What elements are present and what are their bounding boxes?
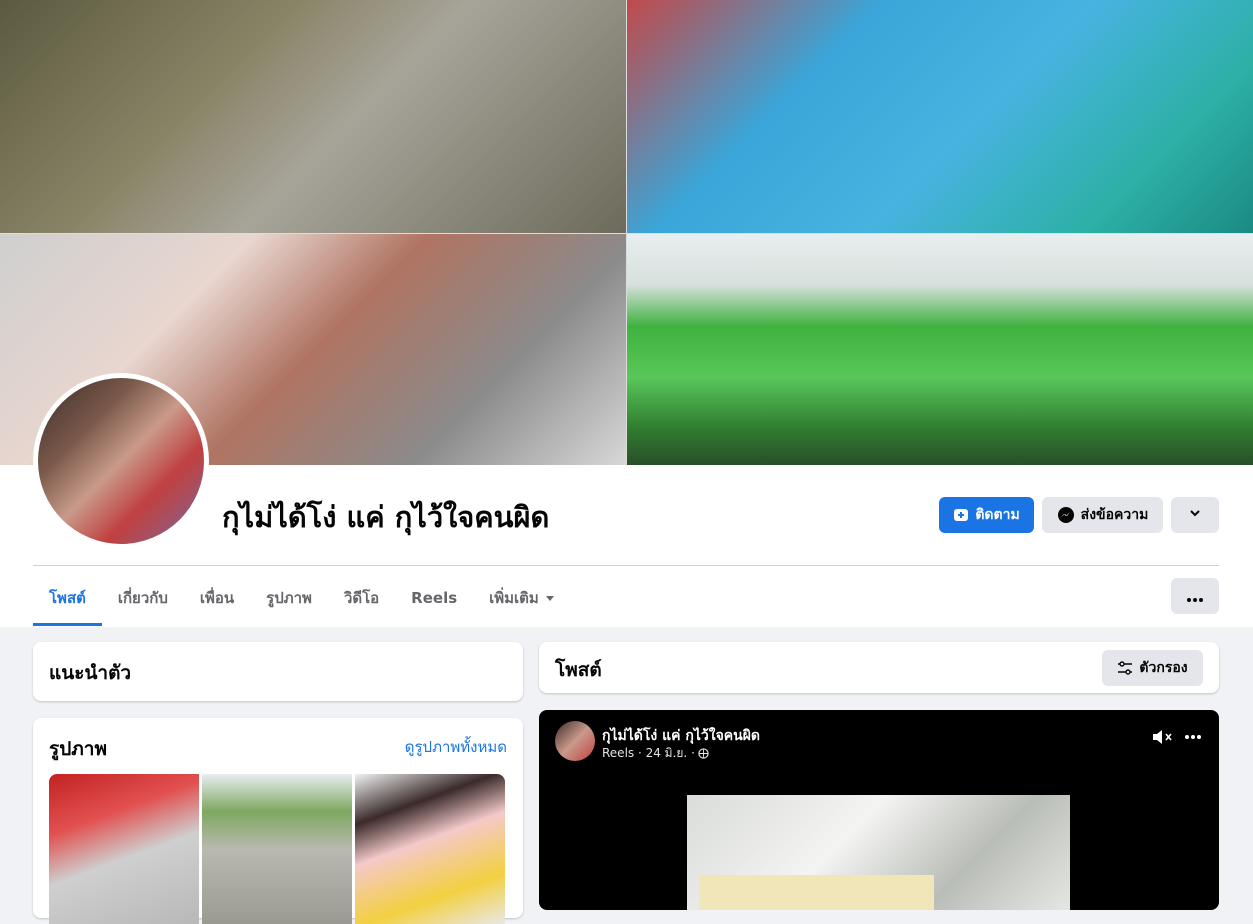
reel-post[interactable]: กุไม่ได้โง่ แค่ กุไว้ใจคนผิด Reels · 24 … [539,710,1219,910]
messenger-icon [1057,506,1075,524]
cover-tile-1 [0,0,626,233]
ellipsis-icon[interactable] [1185,735,1201,739]
profile-tabs: โพสต์ เกี่ยวกับ เพื่อน รูปภาพ วิดีโอ Ree… [33,570,571,626]
photo-thumbnail[interactable] [355,774,505,924]
tab-reels[interactable]: Reels [395,570,473,626]
filter-button[interactable]: ตัวกรอง [1102,650,1203,686]
tab-label: รูปภาพ [266,589,312,607]
tab-label: เพิ่มเติม [489,589,539,607]
page-title: กุไม่ได้โง่ แค่ กุไว้ใจคนผิด [222,500,550,534]
tab-about[interactable]: เกี่ยวกับ [102,570,184,626]
follow-icon [953,507,969,523]
cover-photo[interactable] [0,0,1253,465]
photo-thumbnail[interactable] [49,774,199,924]
tab-friends[interactable]: เพื่อน [184,570,250,626]
reel-controls [1151,728,1201,746]
cover-tile-4 [627,234,1253,465]
photos-title: รูปภาพ [49,738,107,760]
chevron-down-icon [1188,506,1202,524]
tab-label: Reels [411,589,458,607]
tab-label: วิดีโอ [343,589,380,607]
tab-label: เกี่ยวกับ [117,589,168,607]
tab-posts[interactable]: โพสต์ [33,570,102,626]
post-meta-text[interactable]: Reels · 24 มิ.ย. · [602,744,695,763]
tab-label: เพื่อน [199,589,235,607]
tabs-more-button[interactable] [1171,578,1219,614]
video-content [699,875,934,910]
post-author-avatar[interactable] [555,721,595,761]
tab-more[interactable]: เพิ่มเติม [473,570,571,626]
photos-card: รูปภาพ ดูรูปภาพทั้งหมด [33,718,523,924]
posts-header-card: โพสต์ ตัวกรอง [539,642,1219,693]
photo-thumbnail[interactable] [202,774,352,924]
cover-tile-2 [627,0,1253,233]
mute-icon[interactable] [1151,728,1173,746]
reel-video[interactable] [687,795,1070,910]
ellipsis-icon [1187,587,1203,606]
tab-label: โพสต์ [49,589,86,607]
follow-button[interactable]: ติดตาม [939,497,1034,533]
globe-icon [698,748,709,759]
filter-icon [1117,661,1133,675]
intro-card: แนะนำตัว [33,642,523,701]
more-options-button[interactable] [1171,497,1219,533]
caret-down-icon [545,593,555,603]
header-divider [33,565,1219,566]
see-all-photos-link[interactable]: ดูรูปภาพทั้งหมด [405,735,507,759]
message-button[interactable]: ส่งข้อความ [1042,497,1163,533]
post-meta: Reels · 24 มิ.ย. · [602,744,709,763]
message-label: ส่งข้อความ [1080,507,1149,523]
filter-label: ตัวกรอง [1139,660,1188,676]
tab-videos[interactable]: วิดีโอ [328,570,395,626]
posts-title: โพสต์ [555,659,602,681]
intro-title: แนะนำตัว [49,662,132,684]
tab-photos[interactable]: รูปภาพ [250,570,328,626]
follow-label: ติดตาม [975,507,1020,523]
profile-avatar[interactable] [38,378,204,544]
